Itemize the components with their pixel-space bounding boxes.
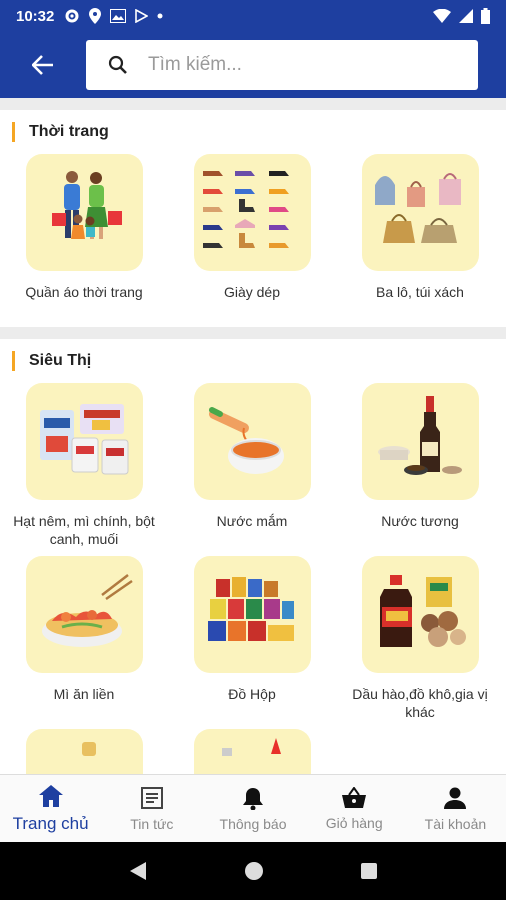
category-grid-fashion: Quần áo thời trang Giày dép Ba lô, túi x… (0, 154, 506, 327)
battery-icon (481, 8, 490, 24)
photo-icon (110, 9, 127, 23)
basket-icon (342, 786, 367, 808)
gear-icon (65, 9, 79, 23)
nav-label: Thông báo (219, 815, 287, 832)
category-label: Đồ Hộp (228, 686, 276, 702)
category-seasoning[interactable]: Hạt nêm, mì chính, bột canh, muối (0, 383, 168, 556)
search-input[interactable]: Tìm kiếm... (86, 40, 478, 90)
nav-notifications[interactable]: Thông báo (202, 775, 303, 842)
category-label: Giày dép (223, 284, 281, 300)
seasoning-image (25, 383, 143, 500)
category-label: Hạt nêm, mì chính, bột canh, muối (13, 513, 155, 547)
nav-cart[interactable]: Giỏ hàng (304, 775, 405, 842)
oyster-sauce-image (361, 556, 479, 673)
nav-label: Giỏ hàng (325, 814, 383, 831)
back-button[interactable] (0, 32, 86, 98)
play-store-icon (135, 9, 149, 23)
system-back-icon[interactable] (128, 861, 148, 881)
bell-icon (243, 787, 263, 810)
category-oyster-sauce-dried[interactable]: Dầu hào,đồ khô,gia vị khác (336, 556, 504, 729)
dot-icon (157, 13, 163, 19)
canned-food-image (193, 556, 311, 673)
soy-sauce-image (361, 383, 479, 500)
category-label: Dầu hào,đồ khô,gia vị khác (352, 686, 488, 720)
partial-image (25, 729, 143, 774)
category-grid-supermarket: Hạt nêm, mì chính, bột canh, muối Nước m… (0, 383, 506, 774)
category-instant-noodles[interactable]: Mì ăn liền (0, 556, 168, 729)
clothing-image (25, 154, 143, 271)
category-bags[interactable]: Ba lô, túi xách (336, 154, 504, 327)
section-header-fashion: Thời trang (0, 110, 506, 154)
category-clothing[interactable]: Quần áo thời trang (0, 154, 168, 327)
nav-home[interactable]: Trang chủ (0, 775, 101, 842)
section-accent-bar (12, 351, 15, 371)
section-accent-bar (12, 122, 15, 142)
category-partial-2[interactable] (168, 729, 336, 774)
category-canned-food[interactable]: Đồ Hộp (168, 556, 336, 729)
partial-image (193, 729, 311, 774)
nav-label: Tài khoản (424, 815, 487, 832)
category-label: Ba lô, túi xách (376, 284, 464, 300)
nav-account[interactable]: Tài khoản (405, 775, 506, 842)
wifi-icon (433, 9, 451, 23)
category-list[interactable]: Thời trang Quần áo thời trang Giày dép B… (0, 98, 506, 774)
instant-noodles-image (25, 556, 143, 673)
status-time: 10:32 (16, 7, 55, 25)
section-divider (0, 327, 506, 339)
nav-news[interactable]: Tin tức (101, 775, 202, 842)
section-divider (0, 98, 506, 110)
category-label: Mì ăn liền (53, 686, 115, 702)
fish-sauce-image (193, 383, 311, 500)
status-bar: 10:32 (0, 0, 506, 32)
system-navigation-bar (0, 842, 506, 900)
category-fish-sauce[interactable]: Nước mắm (168, 383, 336, 556)
category-partial-1[interactable] (0, 729, 168, 774)
section-title: Thời trang (29, 123, 109, 140)
home-icon (38, 784, 63, 807)
system-recents-icon[interactable] (360, 862, 378, 880)
nav-label: Trang chủ (12, 813, 89, 833)
category-label: Quần áo thời trang (25, 284, 143, 300)
news-icon (140, 786, 163, 809)
arrow-left-icon (32, 55, 53, 75)
category-label: Nước tương (381, 513, 459, 529)
category-label: Nước mắm (216, 513, 288, 529)
section-title: Siêu Thị (29, 352, 92, 369)
category-shoes[interactable]: Giày dép (168, 154, 336, 327)
search-icon (108, 55, 127, 74)
nav-label: Tin tức (130, 815, 174, 832)
category-soy-sauce[interactable]: Nước tương (336, 383, 504, 556)
section-header-supermarket: Siêu Thị (0, 339, 506, 383)
bottom-navigation: Trang chủ Tin tức Thông báo Giỏ hàng Tài… (0, 774, 506, 842)
location-icon (89, 8, 102, 24)
signal-icon (459, 9, 473, 23)
app-bar: Tìm kiếm... (0, 32, 506, 98)
shoes-image (193, 154, 311, 271)
system-home-icon[interactable] (244, 861, 264, 881)
bags-image (361, 154, 479, 271)
search-placeholder: Tìm kiếm... (148, 54, 242, 75)
person-icon (444, 787, 467, 809)
